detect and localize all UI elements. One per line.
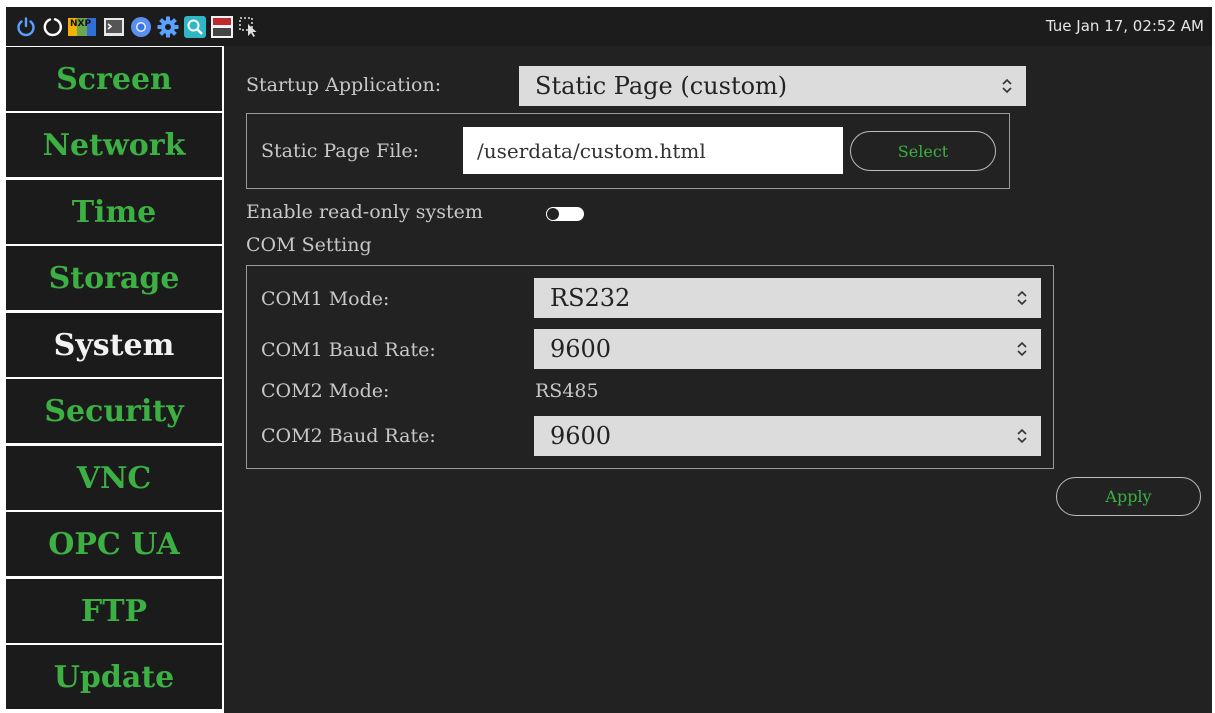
sidebar-item-update[interactable]: Update: [6, 645, 222, 709]
com2-baud-rate-value: 9600: [550, 422, 612, 450]
nxp-logo-text: NXP: [70, 19, 92, 29]
com2-baud-rate-label: COM2 Baud Rate:: [261, 425, 436, 447]
com1-baud-rate-value: 9600: [550, 335, 612, 363]
sidebar-item-network[interactable]: Network: [6, 113, 222, 177]
sidebar-item-ftp[interactable]: FTP: [6, 579, 222, 643]
sidebar-item-system[interactable]: System: [6, 313, 222, 377]
startup-application-value: Static Page (custom): [535, 72, 788, 100]
readonly-system-toggle[interactable]: [546, 207, 584, 221]
sidebar-item-storage[interactable]: Storage: [6, 246, 222, 310]
startup-application-label: Startup Application:: [246, 74, 442, 96]
static-page-file-input[interactable]: /userdata/custom.html: [463, 127, 843, 174]
tightvnc-icon[interactable]: [210, 15, 234, 39]
sidebar-item-vnc[interactable]: VNC: [6, 446, 222, 510]
restart-icon[interactable]: [41, 15, 65, 39]
clock: Tue Jan 17, 02:52 AM: [1045, 17, 1204, 35]
chevron-up-down-icon: [1002, 78, 1012, 94]
com1-mode-label: COM1 Mode:: [261, 288, 390, 310]
static-page-file-group: Static Page File: /userdata/custom.html …: [246, 113, 1010, 189]
com1-baud-rate-label: COM1 Baud Rate:: [261, 339, 436, 361]
chevron-up-down-icon: [1017, 290, 1027, 306]
com1-mode-select[interactable]: RS232: [534, 278, 1041, 318]
com2-mode-value: RS485: [535, 380, 599, 402]
screen-select-icon[interactable]: [237, 15, 261, 39]
sidebar-item-opc-ua[interactable]: OPC UA: [6, 512, 222, 576]
com2-mode-label: COM2 Mode:: [261, 380, 390, 402]
sidebar: Screen Network Time Storage System Secur…: [6, 46, 224, 713]
apply-button[interactable]: Apply: [1056, 477, 1201, 516]
com1-baud-rate-select[interactable]: 9600: [534, 329, 1041, 369]
readonly-system-label: Enable read-only system: [246, 201, 483, 223]
power-icon[interactable]: [14, 15, 38, 39]
taskbar: NXP Tue Jan 17, 02:52 AM: [6, 7, 1212, 46]
system-settings-panel: Startup Application: Static Page (custom…: [224, 46, 1212, 713]
chevron-up-down-icon: [1017, 341, 1027, 357]
com-setting-label: COM Setting: [246, 234, 372, 256]
static-page-file-label: Static Page File:: [261, 140, 420, 162]
select-button[interactable]: Select: [850, 131, 996, 171]
chromium-icon[interactable]: [129, 15, 153, 39]
search-app-icon[interactable]: [183, 15, 207, 39]
com2-baud-rate-select[interactable]: 9600: [534, 416, 1041, 456]
terminal-icon[interactable]: [102, 15, 126, 39]
com-setting-group: COM1 Mode: RS232 COM1 Baud Rate: 9600 CO…: [246, 265, 1054, 469]
nxp-app-icon[interactable]: NXP: [68, 15, 96, 39]
sidebar-item-screen[interactable]: Screen: [6, 47, 222, 111]
startup-application-select[interactable]: Static Page (custom): [519, 66, 1026, 106]
com1-mode-value: RS232: [550, 284, 631, 312]
sidebar-item-time[interactable]: Time: [6, 180, 222, 244]
chevron-up-down-icon: [1017, 428, 1027, 444]
sidebar-item-security[interactable]: Security: [6, 379, 222, 443]
toggle-knob: [547, 208, 559, 220]
settings-gear-icon[interactable]: [156, 15, 180, 39]
